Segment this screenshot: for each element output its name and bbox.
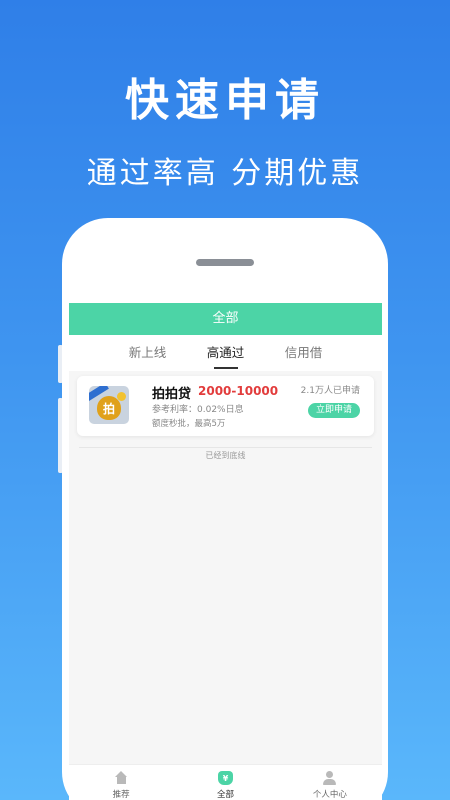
list-end-text: 已经到底线 [199,451,252,460]
money-bag-icon: ¥ [217,771,233,785]
coin-icon [117,392,126,401]
product-logo: 拍 [89,386,129,424]
nav-item-all[interactable]: ¥ 全部 [173,765,277,800]
amount-range: 2000-10000 [198,384,279,398]
bottom-nav: 推荐 ¥ 全部 个人中心 [69,764,382,800]
nav-item-recommend[interactable]: 推荐 [69,765,173,800]
category-tabs: 新上线 高通过 信用借 [69,335,382,371]
apply-now-button[interactable]: 立即申请 [308,403,360,418]
tab-high-pass[interactable]: 高通过 [187,335,265,371]
list-end-indicator: 已经到底线 [69,443,382,462]
loan-product-card[interactable]: 拍 拍拍贷 2000-10000 参考利率：0.02%日息 额度秒批，最高5万 … [77,376,374,436]
nav-label: 全部 [216,790,234,800]
home-icon [114,771,129,785]
tab-new-online[interactable]: 新上线 [109,335,187,371]
nav-item-profile[interactable]: 个人中心 [278,765,382,800]
product-features: 额度秒批，最高5万 [152,419,226,429]
page-title: 全部 [69,303,382,335]
nav-label: 个人中心 [312,790,347,800]
tab-credit-loan[interactable]: 信用借 [265,335,343,371]
promo-subline: 通过率高 分期优惠 [86,156,364,191]
applicant-count: 2.1万人已申请 [300,386,360,396]
nav-label: 推荐 [112,790,130,800]
app-screen: 全部 新上线 高通过 信用借 拍 拍拍贷 2000-10000 参考利率：0.0… [69,303,382,800]
user-icon [322,771,337,785]
promo-headline: 快速申请 [125,75,325,126]
reference-rate: 参考利率：0.02%日息 [152,405,244,415]
product-name: 拍拍贷 [152,387,192,402]
phone-speaker [196,259,254,266]
